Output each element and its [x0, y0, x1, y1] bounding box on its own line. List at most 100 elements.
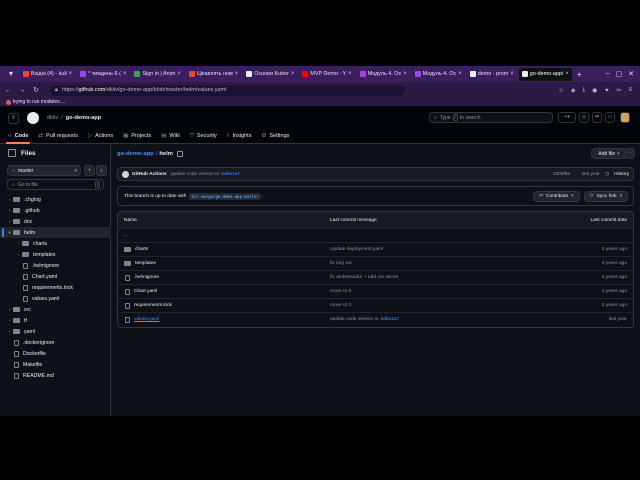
table-row[interactable]: .. [118, 228, 633, 242]
pocket-icon[interactable]: ◈ [571, 87, 576, 94]
hamburger-menu-icon[interactable]: ≡ [8, 112, 19, 124]
history-link[interactable]: History [614, 172, 629, 177]
tree-file[interactable]: README.md [0, 370, 111, 381]
user-avatar[interactable] [620, 112, 630, 123]
close-icon[interactable]: ✕ [628, 70, 634, 78]
tree-file[interactable]: values.yaml [0, 293, 111, 304]
sync-fork-button[interactable]: ⟳ Sync fork ▾ [583, 190, 628, 202]
add-file-icon[interactable]: + [84, 165, 95, 176]
browser-tab[interactable]: * тиждень-5 (× [77, 68, 129, 81]
row-commit-message[interactable]: fix img svc [330, 261, 352, 266]
table-row[interactable]: values.yaml update code version to 6d6a1a7… [118, 312, 633, 326]
chevron-right-icon[interactable]: › [15, 241, 22, 246]
row-name[interactable]: .. [124, 233, 127, 238]
breadcrumb-repo-link[interactable]: go-demo-app [117, 151, 154, 157]
upstream-ref[interactable]: kil-amiga/go-demo-app:master [189, 192, 261, 200]
tab-insights[interactable]: ⌇ Insights [227, 129, 252, 143]
branch-selector[interactable]: ⑂ master ▾ [7, 165, 81, 176]
collapse-sidebar-icon[interactable] [8, 149, 16, 157]
tree-file[interactable]: Chart.yaml [0, 271, 111, 282]
close-tab-icon[interactable]: × [565, 71, 569, 77]
tree-folder[interactable]: ▾ helm [0, 227, 111, 238]
tab-pull-requests[interactable]: ⇄ Pull requests [38, 129, 77, 143]
tree-folder[interactable]: › charts [0, 238, 111, 249]
browser-tab[interactable]: demo · prom × [467, 68, 517, 81]
account-icon[interactable]: ◉ [592, 87, 597, 94]
chevron-right-icon[interactable]: › [6, 329, 13, 334]
menu-icon[interactable]: ≡ [628, 87, 632, 94]
row-commit-message[interactable]: move to 3 [330, 289, 351, 294]
new-tab-icon[interactable]: + [577, 70, 582, 79]
minimize-icon[interactable]: – [606, 70, 610, 78]
close-tab-icon[interactable]: × [177, 71, 181, 77]
back-icon[interactable]: ← [4, 87, 12, 94]
close-tab-icon[interactable]: × [291, 71, 295, 77]
add-file-button[interactable]: Add file ▾ [591, 148, 627, 159]
reload-icon[interactable]: ↻ [32, 86, 40, 94]
table-row[interactable]: .helmignore fix ambassador + add om secre… [118, 270, 633, 284]
row-name[interactable]: values.yaml [124, 316, 159, 323]
chevron-right-icon[interactable]: › [6, 197, 13, 202]
browser-tab[interactable]: Модуль 4. Ос × [412, 68, 465, 81]
browser-tab[interactable]: Sign in | Anim × [131, 68, 183, 81]
browser-tab[interactable]: Цікавлять ном × [186, 68, 241, 81]
tab-settings[interactable]: ⚙ Settings [261, 129, 289, 143]
github-logo-icon[interactable] [27, 112, 39, 124]
row-name[interactable]: requirements.lock [124, 302, 172, 309]
commit-sha-link[interactable]: 6d6a1a7 [221, 172, 240, 177]
close-tab-icon[interactable]: × [348, 71, 352, 77]
browser-tab[interactable]: Модуль 4. Ос × [357, 68, 410, 81]
repo-owner-link[interactable]: dkliv [47, 115, 58, 121]
table-row[interactable]: Chart.yaml move to 3 2 years ago [118, 284, 633, 298]
tree-file[interactable]: requirements.lock [0, 282, 111, 293]
tree-folder[interactable]: › .chglog [0, 194, 111, 205]
row-commit-message[interactable]: Update deployment.yaml [330, 247, 383, 252]
browser-tab[interactable]: go-demo-app/× [518, 67, 572, 81]
tree-file[interactable]: .helmignore [0, 260, 111, 271]
chevron-down-icon[interactable]: ▾ [6, 230, 13, 236]
issues-icon[interactable]: ◎ [579, 112, 589, 123]
commit-short-sha[interactable]: 1000f6e [553, 172, 570, 177]
tab-actions[interactable]: ▷ Actions [88, 129, 113, 143]
create-new-icon[interactable]: +▾ [558, 112, 576, 123]
table-row[interactable]: charts Update deployment.yaml 3 years ago [118, 242, 633, 256]
extensions-icon[interactable]: ✦ [604, 87, 609, 94]
browser-tab[interactable]: Основи Kuber × [243, 68, 297, 81]
tab-code[interactable]: ‹› Code [5, 129, 31, 144]
commit-author[interactable]: GitHub Actions [132, 172, 167, 177]
close-tab-icon[interactable]: × [458, 71, 462, 77]
download-icon[interactable]: ⤓ [583, 87, 586, 94]
chevron-right-icon[interactable]: › [6, 219, 13, 224]
bookmark-star-icon[interactable]: ☆ [559, 87, 564, 94]
go-to-file-input[interactable]: ⌕ Go to file t [7, 179, 104, 190]
search-files-icon[interactable]: ⌕ [96, 165, 107, 176]
tab-list-icon[interactable]: ▾ [4, 69, 18, 79]
close-tab-icon[interactable]: × [510, 71, 514, 77]
table-row[interactable]: requirements.lock move to 3 2 years ago [118, 298, 633, 312]
commit-author-avatar[interactable] [122, 170, 129, 178]
chevron-right-icon[interactable]: › [6, 307, 13, 312]
tree-folder[interactable]: › templates [0, 249, 111, 260]
row-commit-message[interactable]: move to 3 [330, 303, 351, 308]
browser-tab[interactable]: Вхідні (4) - kuli × [20, 68, 75, 81]
row-commit-message[interactable]: update code version to 6d6a1a7 [330, 317, 399, 322]
row-commit-sha-link[interactable]: 6d6a1a7 [381, 317, 400, 322]
tree-file[interactable]: Dockerfile [0, 348, 111, 359]
row-name[interactable]: .helmignore [124, 274, 159, 281]
screenshot-icon[interactable]: ✂ [616, 87, 621, 94]
chevron-right-icon[interactable]: › [6, 318, 13, 323]
contribute-button[interactable]: ⇄ Contribute ▾ [532, 190, 580, 202]
table-row[interactable]: templates fix img svc 3 years ago [118, 256, 633, 270]
browser-tab[interactable]: MVP Demo - Y × [299, 68, 354, 81]
tree-folder[interactable]: › src [0, 304, 111, 315]
maximize-icon[interactable]: ▢ [616, 70, 623, 78]
close-tab-icon[interactable]: × [123, 71, 127, 77]
close-tab-icon[interactable]: × [403, 71, 407, 77]
pull-requests-icon[interactable]: ⇄ [592, 112, 602, 123]
forward-icon[interactable]: → [18, 87, 26, 94]
tree-folder[interactable]: › yaml [0, 326, 111, 337]
tree-file[interactable]: .dockerignore [0, 337, 111, 348]
tree-folder[interactable]: › tf [0, 315, 111, 326]
row-name[interactable]: charts [124, 247, 148, 252]
address-bar[interactable]: 🔒︎ https://github.com/dkliv/go-demo-app/… [50, 84, 405, 96]
